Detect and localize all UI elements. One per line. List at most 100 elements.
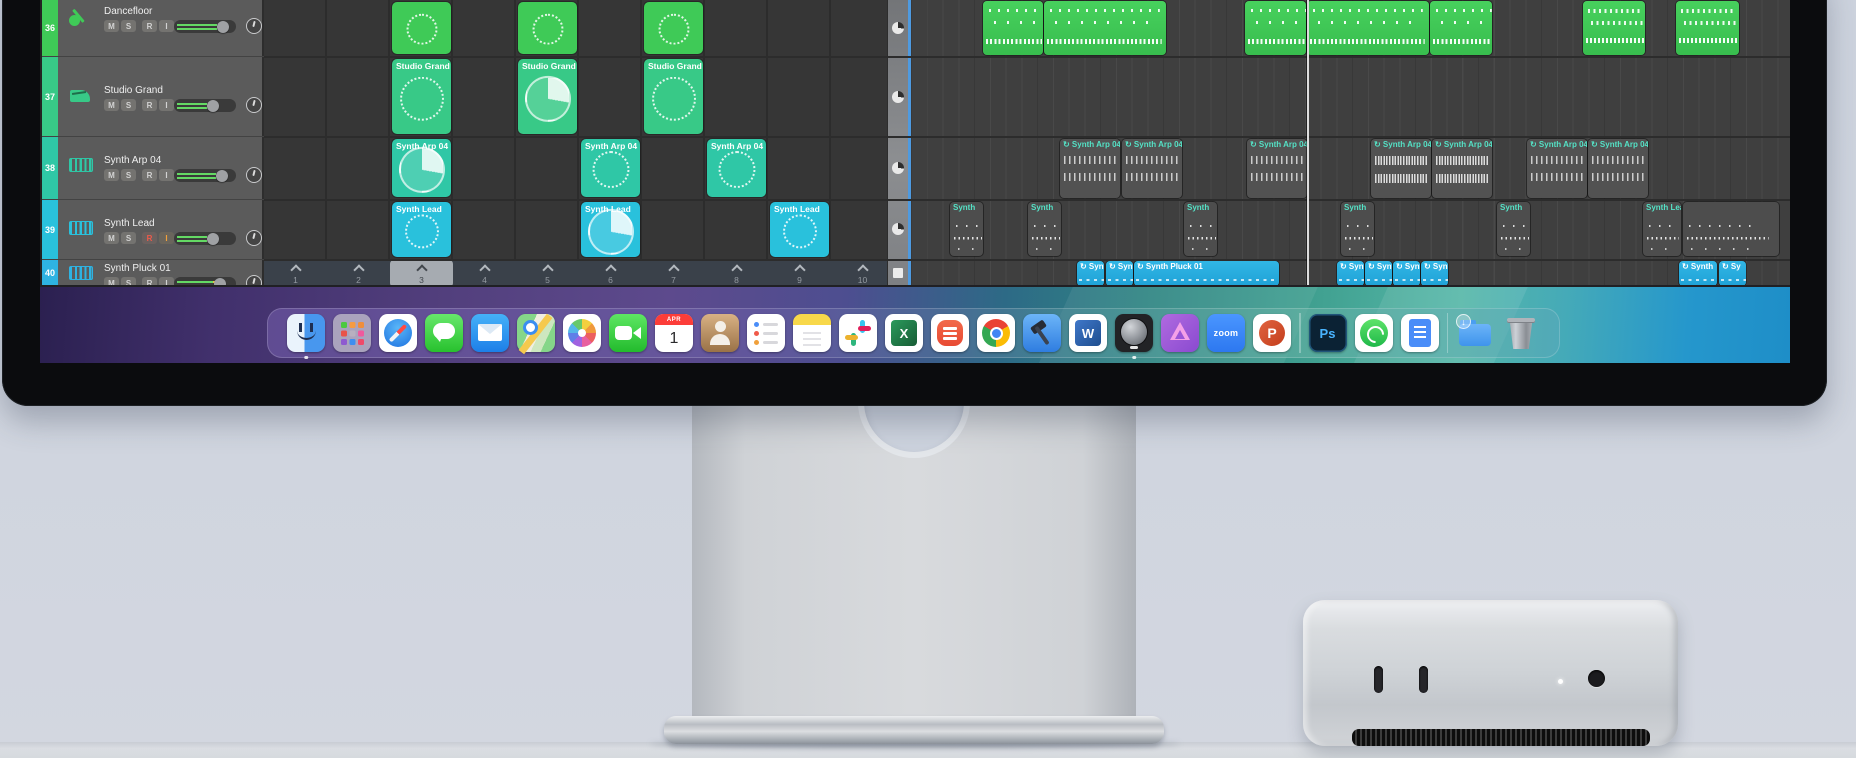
region--synth-arp-04[interactable]: ↻ Synth Arp 04 <box>1588 139 1648 198</box>
volume-slider[interactable] <box>174 20 236 33</box>
track-header-dancefloor[interactable]: 36 Dancefloor M S R I <box>42 0 264 57</box>
scene-trigger-4[interactable]: 4 <box>453 260 516 285</box>
region-synth[interactable]: Synth <box>1497 202 1530 256</box>
dock-item-maps[interactable] <box>517 314 555 352</box>
region--synth-arp-04[interactable]: ↻ Synth Arp 04 <box>1060 139 1120 198</box>
loop-cell-studio-grand-scene-5[interactable]: Studio Grand <box>518 59 577 134</box>
cell-progress-pie-icon[interactable] <box>892 91 904 103</box>
dock-item-xcode[interactable] <box>1023 314 1061 352</box>
pan-knob[interactable] <box>246 97 262 113</box>
pan-knob[interactable] <box>246 18 262 34</box>
region-synth[interactable]: Synth <box>1184 202 1217 256</box>
scene-trigger-5[interactable]: 5 <box>516 260 579 285</box>
region-dancefloor[interactable] <box>1430 1 1492 55</box>
region-dancefloor[interactable] <box>1307 1 1429 55</box>
volume-thumb[interactable] <box>217 20 230 33</box>
solo-button[interactable]: S <box>121 169 136 181</box>
input-monitor-button[interactable]: I <box>159 99 174 111</box>
region-synth-lead[interactable] <box>1683 202 1779 256</box>
solo-button[interactable]: S <box>121 20 136 32</box>
region--synth-arp-04[interactable]: ↻ Synth Arp 04 <box>1371 139 1431 198</box>
volume-slider[interactable] <box>174 169 236 182</box>
region--sy[interactable]: ↻ Sy <box>1719 261 1746 285</box>
dock-item-powerpoint[interactable]: P <box>1253 314 1291 352</box>
pan-knob[interactable] <box>246 167 262 183</box>
dock-item-finder[interactable] <box>287 314 325 359</box>
record-button[interactable]: R <box>142 169 157 181</box>
loop-cell-studio-grand-scene-3[interactable]: Studio Grand <box>392 59 451 134</box>
dock-item-trash[interactable] <box>1502 314 1540 352</box>
dock-item-chrome[interactable] <box>977 314 1015 352</box>
input-monitor-button[interactable]: I <box>159 169 174 181</box>
solo-button[interactable]: S <box>121 232 136 244</box>
input-monitor-button[interactable]: I <box>159 277 174 285</box>
loop-cell-dancefloor-scene-3[interactable] <box>392 2 451 54</box>
dock-item-contacts[interactable] <box>701 314 739 352</box>
dock-item-google-docs[interactable] <box>1400 314 1439 352</box>
region--synth-arp-04[interactable]: ↻ Synth Arp 04 <box>1432 139 1492 198</box>
dock-item-photoshop[interactable]: Ps <box>1308 314 1347 352</box>
region-synth[interactable]: Synth <box>950 202 983 256</box>
input-monitor-button[interactable]: I <box>159 232 174 244</box>
playhead[interactable] <box>1307 0 1309 285</box>
region--synth-arp-04[interactable]: ↻ Synth Arp 04 <box>1247 139 1307 198</box>
region--synth[interactable]: ↻ Synth <box>1679 261 1717 285</box>
loop-cell-synth-arp-04-scene-3[interactable]: Synth Arp 04 <box>392 139 451 197</box>
scene-trigger-9[interactable]: 9 <box>768 260 831 285</box>
region-dancefloor[interactable] <box>1044 1 1166 55</box>
cell-progress-pie-icon[interactable] <box>892 162 904 174</box>
region-dancefloor[interactable] <box>1245 1 1306 55</box>
volume-thumb[interactable] <box>215 169 228 182</box>
solo-button[interactable]: S <box>121 99 136 111</box>
mute-button[interactable]: M <box>104 232 119 244</box>
scene-stop-icon[interactable] <box>893 268 903 278</box>
volume-slider[interactable] <box>174 232 236 245</box>
dock-item-zoom[interactable]: zoom <box>1207 314 1245 352</box>
pan-knob[interactable] <box>246 230 262 246</box>
loop-cell-synth-arp-04-scene-6[interactable]: Synth Arp 04 <box>581 139 640 197</box>
solo-button[interactable]: S <box>121 277 136 285</box>
volume-thumb[interactable] <box>213 277 226 285</box>
mute-button[interactable]: M <box>104 277 119 285</box>
track-header-synth-pluck-01[interactable]: 40 Synth Pluck 01 M S R I <box>42 260 264 285</box>
dock-item-slack[interactable] <box>839 314 877 352</box>
loop-cell-synth-lead-scene-3[interactable]: Synth Lead <box>392 202 451 257</box>
volume-thumb[interactable] <box>207 232 220 245</box>
record-button[interactable]: R <box>142 232 157 244</box>
region-dancefloor[interactable] <box>1676 1 1739 55</box>
dock-item-downloads[interactable]: ↓ <box>1456 314 1494 352</box>
track-header-synth-lead[interactable]: 39 Synth Lead M S R I <box>42 200 264 260</box>
dock-item-launchpad[interactable] <box>333 314 371 352</box>
input-monitor-button[interactable]: I <box>159 20 174 32</box>
volume-slider[interactable] <box>174 99 236 112</box>
scene-trigger-10[interactable]: 10 <box>831 260 894 285</box>
dock-item-facetime[interactable] <box>609 314 647 352</box>
dock-item-calendar[interactable]: APR 1 <box>655 314 693 352</box>
scene-trigger-3[interactable]: 3 <box>390 260 453 285</box>
loop-cell-dancefloor-scene-7[interactable] <box>644 2 703 54</box>
dock-item-photos[interactable] <box>563 314 601 352</box>
region-synth[interactable]: Synth <box>1028 202 1061 256</box>
dock-item-whatsapp[interactable] <box>1354 314 1393 352</box>
dock-item-affinity[interactable] <box>1161 314 1199 352</box>
region--synth-arp-04[interactable]: ↻ Synth Arp 04 <box>1122 139 1182 198</box>
record-button[interactable]: R <box>142 277 157 285</box>
scene-trigger-2[interactable]: 2 <box>327 260 390 285</box>
region--synth-pluck-01[interactable]: ↻ Synth Pluck 01 <box>1134 261 1279 285</box>
loop-cell-studio-grand-scene-7[interactable]: Studio Grand <box>644 59 703 134</box>
mute-button[interactable]: M <box>104 20 119 32</box>
dock-item-safari[interactable] <box>379 314 417 352</box>
dock-item-notes[interactable] <box>793 314 831 352</box>
mute-button[interactable]: M <box>104 99 119 111</box>
dock-item-logic-pro[interactable] <box>1115 314 1153 359</box>
dock-item-word[interactable]: W <box>1069 314 1107 352</box>
dock-item-excel[interactable]: X <box>885 314 923 352</box>
loop-cell-synth-lead-scene-6[interactable]: Synth Lead <box>581 202 640 257</box>
track-header-synth-arp-04[interactable]: 38 Synth Arp 04 M S R I <box>42 137 264 200</box>
dock-item-reminders[interactable] <box>747 314 785 352</box>
region--synt[interactable]: ↻ Synt <box>1365 261 1392 285</box>
cell-progress-pie-icon[interactable] <box>892 22 904 34</box>
region--synt[interactable]: ↻ Synt <box>1421 261 1448 285</box>
volume-slider[interactable] <box>174 277 236 285</box>
scene-trigger-7[interactable]: 7 <box>642 260 705 285</box>
